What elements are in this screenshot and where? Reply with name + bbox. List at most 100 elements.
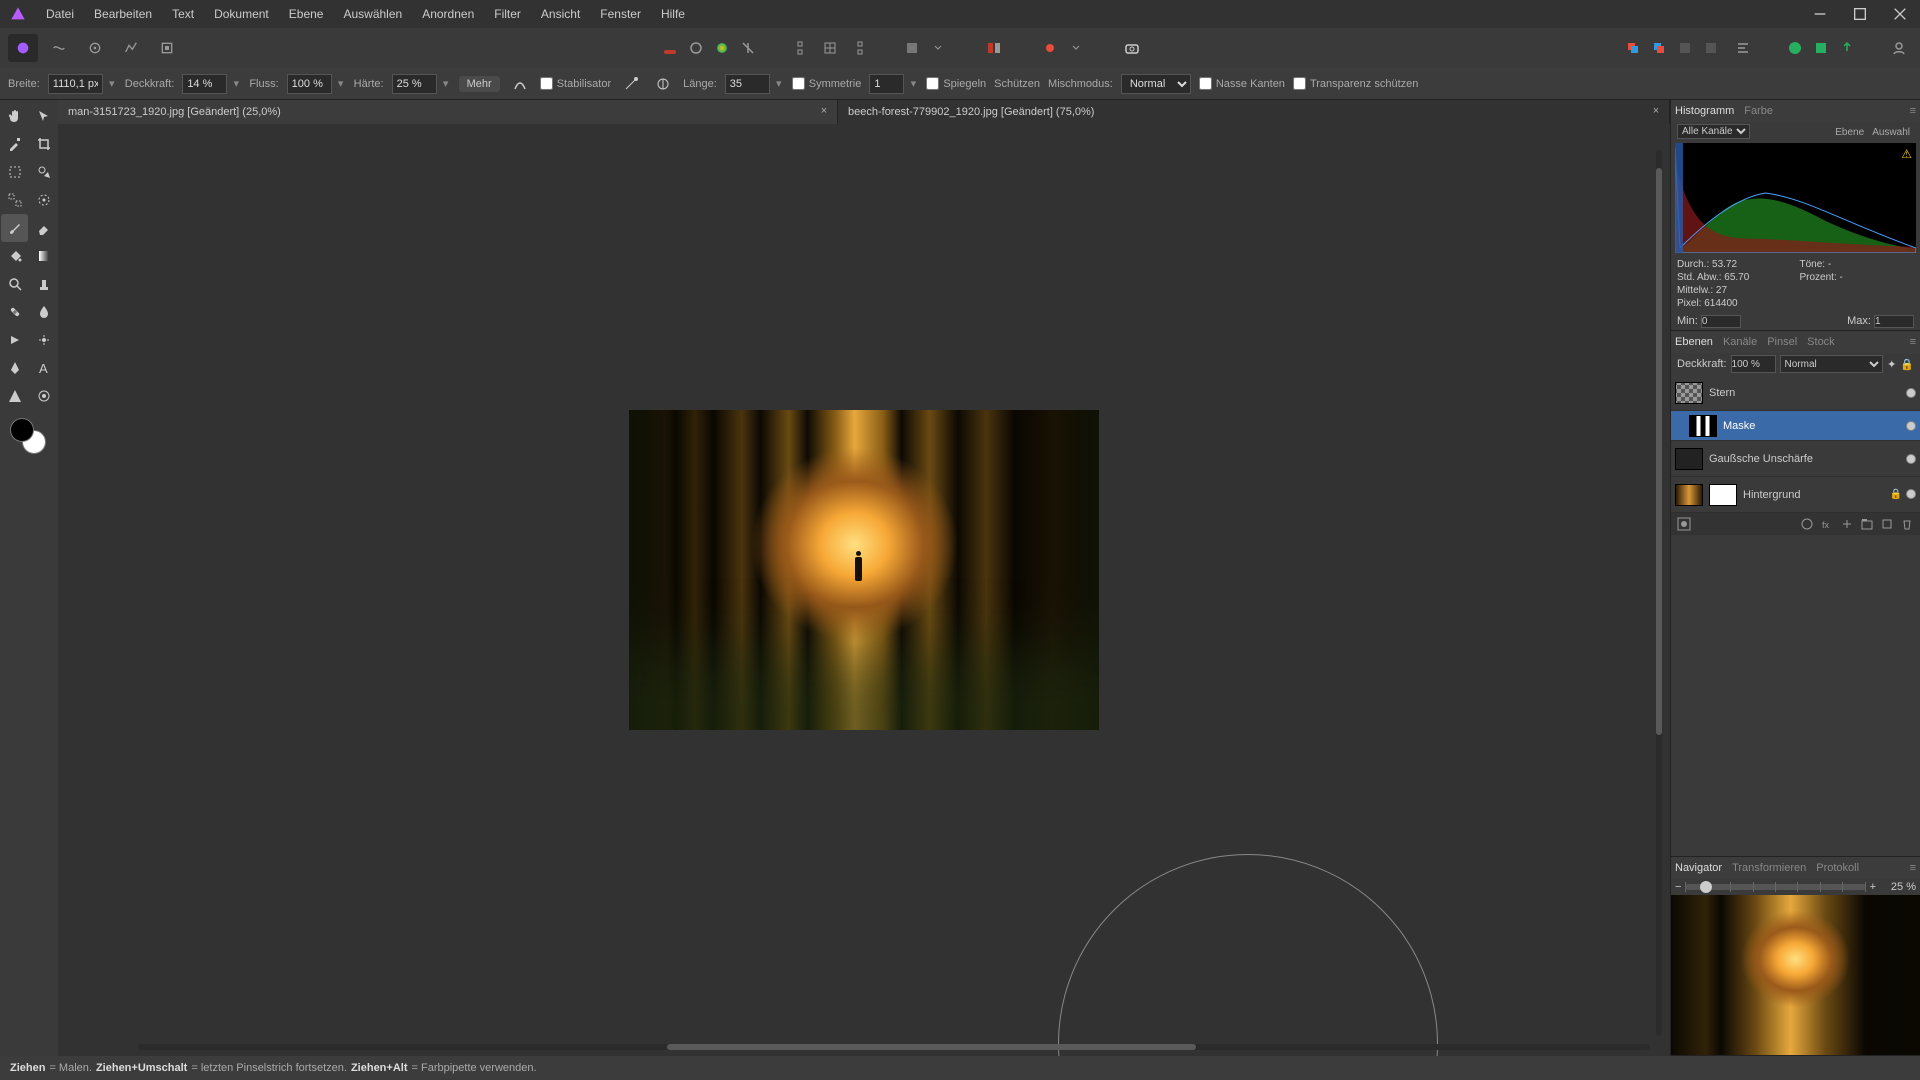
visibility-toggle[interactable] (1906, 421, 1916, 431)
hardness-dd[interactable]: ▾ (441, 74, 451, 94)
color-swatches[interactable] (10, 418, 46, 454)
document-tab-1[interactable]: beech-forest-779902_1920.jpg [Geändert] … (838, 100, 1670, 124)
layer-adjust-icon[interactable] (1798, 515, 1816, 533)
resource-icon[interactable] (1808, 35, 1834, 61)
width-input[interactable] (48, 74, 103, 94)
color-picker-tool[interactable] (1, 130, 28, 158)
dodge-tool[interactable] (1, 270, 28, 298)
layer-lock-icon[interactable]: 🔒 (1900, 358, 1914, 371)
erase-tool[interactable] (30, 214, 57, 242)
canvas[interactable] (58, 124, 1670, 1056)
layer-op3-icon[interactable] (1672, 35, 1698, 61)
menu-auswählen[interactable]: Auswählen (333, 3, 412, 25)
width-dd[interactable]: ▾ (107, 74, 117, 94)
histo-max-input[interactable] (1874, 315, 1914, 328)
close-button[interactable] (1880, 0, 1920, 28)
channel-select[interactable]: Alle Kanäle (1677, 124, 1750, 139)
selection-new-icon[interactable] (657, 35, 683, 61)
foreground-color-swatch[interactable] (10, 418, 34, 442)
flow-dd[interactable]: ▾ (336, 74, 346, 94)
navigator-preview[interactable] (1671, 895, 1920, 1055)
persona-photo[interactable] (8, 34, 38, 62)
smart-select-tool[interactable] (30, 158, 57, 186)
layer-row-2[interactable]: Gaußsche Unschärfe (1671, 441, 1920, 477)
stamp-tool[interactable] (30, 270, 57, 298)
menu-ebene[interactable]: Ebene (279, 3, 334, 25)
layers-menu-icon[interactable]: ≡ (1910, 336, 1916, 348)
grid-right-icon[interactable] (843, 35, 869, 61)
length-dd[interactable]: ▾ (774, 74, 784, 94)
text-tool[interactable]: A (30, 354, 57, 382)
layer-group-icon[interactable] (1858, 515, 1876, 533)
menu-datei[interactable]: Datei (36, 3, 84, 25)
document-tab-0[interactable]: man-3151723_1920.jpg [Geändert] (25,0%)× (58, 100, 838, 124)
layer-fx-icon[interactable]: ✦ (1887, 358, 1896, 371)
histo-sel-btn[interactable]: Auswahl (1868, 127, 1914, 138)
marquee-tool[interactable] (1, 158, 28, 186)
symmetry-input[interactable] (869, 74, 904, 94)
layer-add-icon[interactable] (1878, 515, 1896, 533)
pressure-size-icon[interactable] (508, 73, 532, 95)
nav-menu-icon[interactable]: ≡ (1910, 862, 1916, 874)
menu-hilfe[interactable]: Hilfe (651, 3, 695, 25)
layer-row-1[interactable]: Maske (1671, 411, 1920, 441)
tab-layers[interactable]: Ebenen (1675, 336, 1713, 348)
shape-tool[interactable] (1, 382, 28, 410)
quicklook-icon[interactable] (899, 35, 925, 61)
opacity-dd[interactable]: ▾ (231, 74, 241, 94)
layer-row-3[interactable]: Hintergrund🔒 (1671, 477, 1920, 513)
layer-maskbtn-icon[interactable] (1675, 515, 1693, 533)
stabilizer-check[interactable]: Stabilisator (540, 77, 611, 90)
node-tool[interactable] (30, 382, 57, 410)
stock-icon[interactable] (1782, 35, 1808, 61)
symmetry-dd[interactable]: ▾ (908, 74, 918, 94)
align-icon[interactable] (1730, 35, 1756, 61)
histo-min-input[interactable] (1701, 315, 1741, 328)
opacity-input[interactable] (182, 74, 227, 94)
layer-blend-select[interactable]: Normal (1780, 355, 1884, 373)
menu-dokument[interactable]: Dokument (204, 3, 279, 25)
fill-tool[interactable] (1, 242, 28, 270)
tab-channels[interactable]: Kanäle (1723, 336, 1757, 348)
selection-intersect-icon[interactable] (735, 35, 761, 61)
protect-button[interactable]: Schützen (994, 78, 1040, 90)
layer-liveadj-icon[interactable] (1838, 515, 1856, 533)
horizontal-scrollbar[interactable] (138, 1044, 1650, 1054)
grid-left-icon[interactable] (791, 35, 817, 61)
hardness-input[interactable] (392, 74, 437, 94)
assist-dd-icon[interactable] (1063, 35, 1089, 61)
liquify-push-tool[interactable] (1, 326, 28, 354)
layer-op1-icon[interactable] (1620, 35, 1646, 61)
flood-select-tool[interactable] (1, 186, 28, 214)
camera-icon[interactable] (1119, 35, 1145, 61)
more-button[interactable]: Mehr (459, 76, 500, 92)
visibility-toggle[interactable] (1906, 489, 1916, 499)
layer-opacity-input[interactable] (1731, 355, 1776, 373)
selection-brush-tool[interactable] (30, 186, 57, 214)
upload-icon[interactable] (1834, 35, 1860, 61)
healing-tool[interactable] (1, 298, 28, 326)
visibility-toggle[interactable] (1906, 454, 1916, 464)
persona-tonemap[interactable] (116, 34, 146, 62)
layer-row-0[interactable]: Stern (1671, 375, 1920, 411)
assist-toggle-icon[interactable] (1037, 35, 1063, 61)
tab-brushes[interactable]: Pinsel (1767, 336, 1797, 348)
selection-add-icon[interactable] (683, 35, 709, 61)
menu-fenster[interactable]: Fenster (590, 3, 651, 25)
layer-op4-icon[interactable] (1698, 35, 1724, 61)
histo-layer-btn[interactable]: Ebene (1831, 127, 1868, 138)
panel-menu-icon[interactable]: ≡ (1910, 105, 1916, 117)
layer-op2-icon[interactable] (1646, 35, 1672, 61)
flow-input[interactable] (287, 74, 332, 94)
move-tool[interactable] (30, 102, 57, 130)
wet-check[interactable]: Nasse Kanten (1199, 77, 1285, 90)
mesh-warp-tool[interactable] (30, 326, 57, 354)
tab-stock[interactable]: Stock (1807, 336, 1835, 348)
tab-close-icon[interactable]: × (1649, 104, 1663, 118)
menu-text[interactable]: Text (162, 3, 204, 25)
visibility-toggle[interactable] (1906, 388, 1916, 398)
quicklook-dd-icon[interactable] (925, 35, 951, 61)
mirror-check[interactable]: Spiegeln (926, 77, 986, 90)
menu-filter[interactable]: Filter (484, 3, 531, 25)
crop-tool[interactable] (30, 130, 57, 158)
